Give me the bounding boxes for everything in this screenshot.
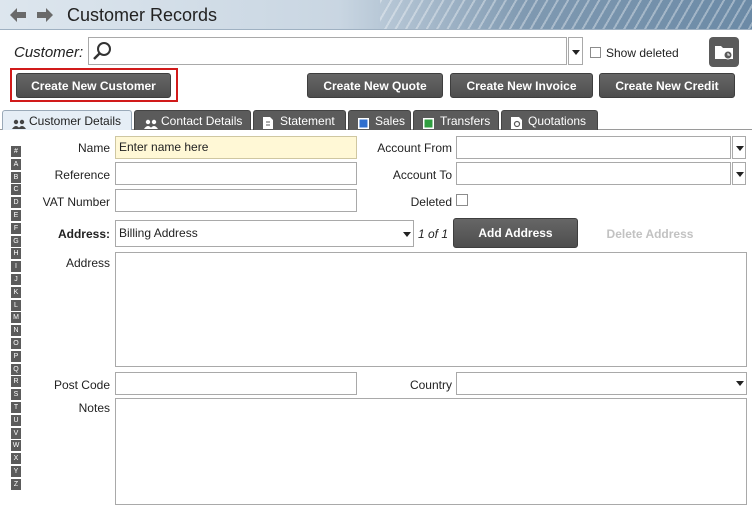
alpha-index-item[interactable]: Q: [11, 363, 21, 375]
title-bar: Customer Records: [0, 0, 752, 30]
account-from-field[interactable]: [456, 136, 731, 159]
tab-statement[interactable]: Statement: [253, 110, 346, 130]
people-icon: [12, 115, 26, 135]
customer-search-dropdown[interactable]: [568, 37, 583, 65]
document-icon: [263, 115, 273, 135]
tab-transfers[interactable]: Transfers: [413, 110, 499, 130]
address-textarea[interactable]: [115, 252, 747, 367]
alpha-index-item[interactable]: S: [11, 389, 21, 401]
customer-search-input[interactable]: [88, 37, 567, 65]
tab-label: Contact Details: [161, 114, 243, 128]
customer-label: Customer:: [14, 44, 84, 61]
alpha-index-item[interactable]: R: [11, 376, 21, 388]
name-field[interactable]: Enter name here: [115, 136, 357, 159]
alpha-index-item[interactable]: O: [11, 337, 21, 349]
alpha-index-item[interactable]: P: [11, 350, 21, 362]
alpha-index-item[interactable]: U: [11, 414, 21, 426]
quotation-icon: [511, 115, 523, 135]
add-address-button[interactable]: Add Address: [453, 218, 578, 248]
alpha-index-item[interactable]: F: [11, 222, 21, 234]
deleted-checkbox[interactable]: [456, 194, 468, 206]
account-from-dropdown[interactable]: [732, 136, 746, 159]
name-label: Name: [77, 141, 110, 155]
post-code-label: Post Code: [53, 378, 110, 392]
chevron-down-icon: [572, 50, 580, 55]
alpha-index-item[interactable]: M: [11, 312, 21, 324]
chevron-down-icon: [403, 232, 411, 237]
alpha-index-item[interactable]: Y: [11, 465, 21, 477]
alpha-index-item[interactable]: D: [11, 197, 21, 209]
chevron-down-icon: [736, 172, 744, 177]
notes-label: Notes: [78, 401, 110, 415]
create-new-quote-button[interactable]: Create New Quote: [307, 73, 443, 98]
account-to-field[interactable]: [456, 162, 731, 185]
alpha-index: # A B C D E F G H I J K L M N O P Q R S T U V W X Y Z: [11, 146, 21, 492]
account-to-dropdown[interactable]: [732, 162, 746, 185]
post-code-field[interactable]: [115, 372, 357, 395]
people-icon: [144, 115, 158, 135]
create-new-invoice-button[interactable]: Create New Invoice: [450, 73, 593, 98]
alpha-index-item[interactable]: W: [11, 440, 21, 452]
alpha-index-item[interactable]: H: [11, 248, 21, 260]
account-from-label: Account From: [377, 141, 452, 155]
alpha-index-item[interactable]: C: [11, 184, 21, 196]
alpha-index-item[interactable]: E: [11, 209, 21, 221]
alpha-index-item[interactable]: L: [11, 299, 21, 311]
alpha-index-item[interactable]: X: [11, 453, 21, 465]
tab-contact-details[interactable]: Contact Details: [134, 110, 251, 130]
alpha-index-item[interactable]: B: [11, 171, 21, 183]
folder-clock-icon: [715, 46, 733, 60]
tab-label: Statement: [280, 114, 335, 128]
customer-folder-button[interactable]: [709, 37, 739, 67]
address-type-select[interactable]: Billing Address: [115, 220, 414, 247]
notes-textarea[interactable]: [115, 398, 747, 505]
create-new-credit-button[interactable]: Create New Credit: [599, 73, 735, 98]
alpha-index-item[interactable]: J: [11, 273, 21, 285]
vat-number-field[interactable]: [115, 189, 357, 212]
address-label: Address: [65, 256, 110, 270]
tab-label: Transfers: [440, 114, 491, 128]
chevron-down-icon: [736, 381, 744, 386]
account-to-label: Account To: [392, 168, 452, 182]
tab-label: Sales: [375, 114, 406, 128]
delete-address-button[interactable]: Delete Address: [600, 227, 700, 241]
alpha-index-item[interactable]: K: [11, 286, 21, 298]
vat-number-label: VAT Number: [42, 195, 110, 209]
alpha-index-item[interactable]: N: [11, 325, 21, 337]
back-arrow-icon[interactable]: [10, 8, 26, 22]
country-select[interactable]: [456, 372, 747, 395]
tab-quotations[interactable]: Quotations: [501, 110, 598, 130]
alpha-index-item[interactable]: T: [11, 401, 21, 413]
blue-square-icon: [358, 115, 369, 135]
address-type-label: Address:: [57, 227, 110, 241]
show-deleted-checkbox[interactable]: [590, 47, 601, 58]
alpha-index-item[interactable]: #: [11, 146, 21, 157]
address-page-indicator: 1 of 1: [418, 227, 449, 241]
deleted-label: Deleted: [410, 195, 452, 209]
create-new-customer-button[interactable]: Create New Customer: [16, 73, 171, 98]
chevron-down-icon: [736, 146, 744, 151]
alpha-index-item[interactable]: Z: [11, 478, 21, 490]
alpha-index-item[interactable]: I: [11, 261, 21, 273]
show-deleted-label: Show deleted: [606, 46, 679, 60]
reference-label: Reference: [54, 168, 110, 182]
search-icon: [92, 41, 112, 64]
country-label: Country: [409, 378, 452, 392]
reference-field[interactable]: [115, 162, 357, 185]
tab-bar: Customer Details Contact Details Stateme…: [0, 110, 752, 130]
tab-label: Quotations: [528, 114, 587, 128]
green-square-icon: [423, 115, 434, 135]
tab-label: Customer Details: [29, 114, 122, 128]
tab-customer-details[interactable]: Customer Details: [2, 110, 132, 130]
alpha-index-item[interactable]: G: [11, 235, 21, 247]
window-title: Customer Records: [67, 5, 218, 25]
alpha-index-item[interactable]: V: [11, 427, 21, 439]
alpha-index-item[interactable]: A: [11, 158, 21, 170]
tab-sales[interactable]: Sales: [348, 110, 411, 130]
address-type-value: Billing Address: [119, 226, 198, 240]
forward-arrow-icon[interactable]: [37, 8, 53, 22]
title-bar-decoration: [380, 0, 752, 29]
